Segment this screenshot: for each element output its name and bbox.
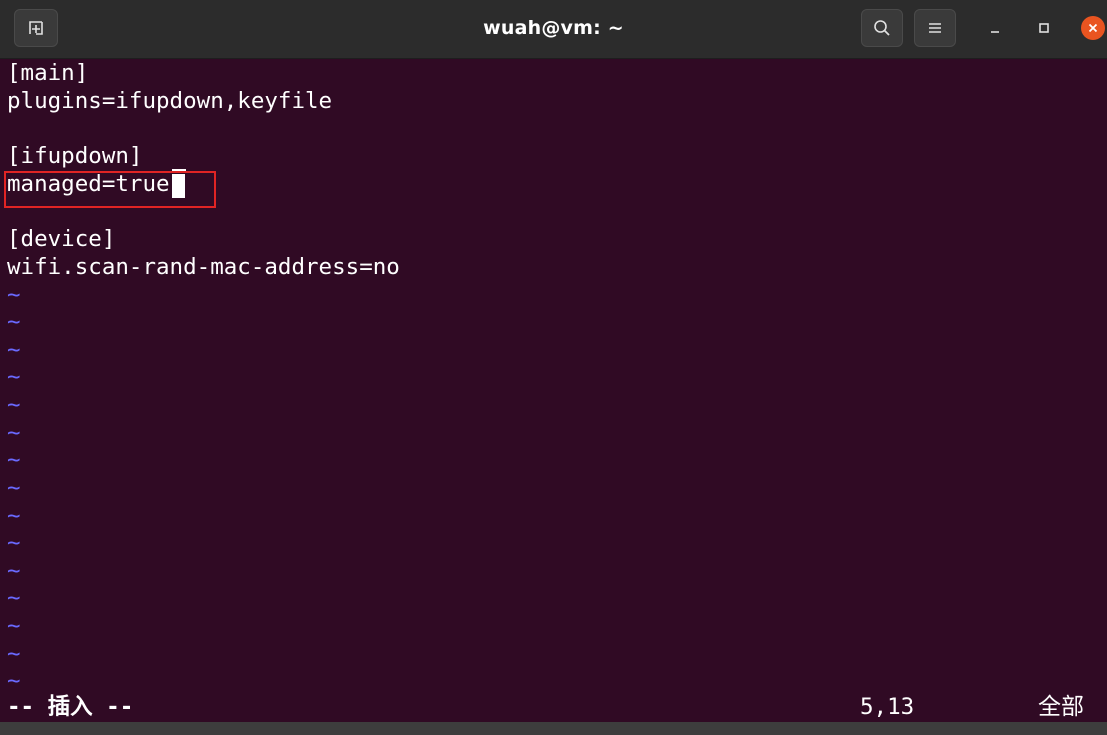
- empty-line-marker: ~: [7, 558, 21, 584]
- scroll-indicator: 全部: [1038, 694, 1084, 720]
- empty-line-marker: ~: [7, 447, 21, 473]
- empty-line-marker: ~: [7, 503, 21, 529]
- editor-line: wifi.scan-rand-mac-address=no: [7, 254, 400, 280]
- empty-line-marker: ~: [7, 282, 21, 308]
- minimize-icon: [991, 31, 999, 33]
- empty-line-marker: ~: [7, 613, 21, 639]
- empty-line-marker: ~: [7, 475, 21, 501]
- search-icon: [874, 20, 890, 36]
- terminal-content[interactable]: [main] plugins=ifupdown,keyfile [ifupdow…: [0, 59, 1107, 735]
- window-bottom-edge: [0, 722, 1107, 735]
- empty-line-marker: ~: [7, 392, 21, 418]
- menu-button[interactable]: [914, 9, 956, 47]
- editor-line: [device]: [7, 226, 116, 252]
- empty-line-marker: ~: [7, 585, 21, 611]
- empty-line-marker: ~: [7, 309, 21, 335]
- close-button[interactable]: [1081, 16, 1105, 40]
- empty-line-marker: ~: [7, 420, 21, 446]
- close-icon: [1088, 23, 1098, 33]
- empty-line-marker: ~: [7, 530, 21, 556]
- maximize-button[interactable]: [1032, 16, 1056, 40]
- empty-line-marker: ~: [7, 641, 21, 667]
- empty-line-marker: ~: [7, 337, 21, 363]
- hamburger-menu-icon: [929, 23, 941, 33]
- editor-line: [ifupdown]: [7, 143, 143, 169]
- cursor-position: 5,13: [860, 694, 915, 720]
- terminal-window: wuah@vm: ~ [main] plugins=ifupdown,keyfi…: [0, 0, 1107, 735]
- maximize-icon: [1039, 23, 1049, 33]
- minimize-button[interactable]: [983, 16, 1007, 40]
- vim-mode-indicator: -- 插入 --: [7, 694, 134, 720]
- title-bar: wuah@vm: ~: [0, 0, 1107, 59]
- editor-line: plugins=ifupdown,keyfile: [7, 88, 333, 114]
- empty-line-marker: ~: [7, 364, 21, 390]
- search-button[interactable]: [861, 9, 903, 47]
- editor-line: [main]: [7, 60, 89, 86]
- highlight-annotation-box: [4, 171, 216, 208]
